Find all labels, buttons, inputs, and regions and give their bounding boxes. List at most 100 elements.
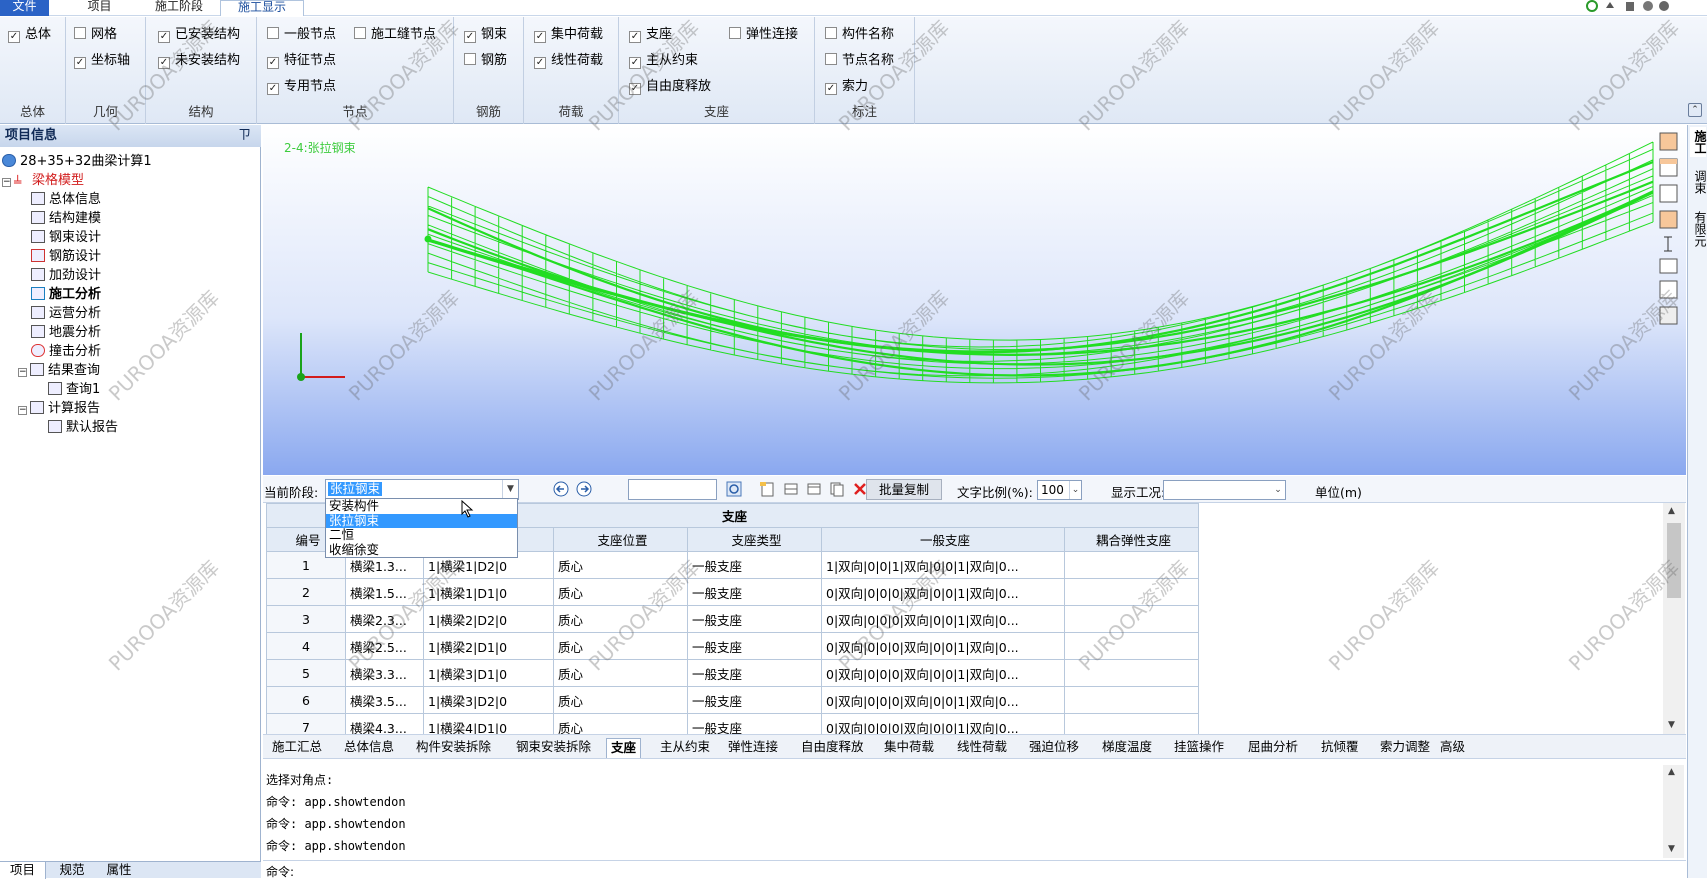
tree-item-tendon-design[interactable]: 钢束设计 <box>31 228 101 247</box>
refresh-icon[interactable] <box>726 481 742 497</box>
checkbox-master-slave[interactable]: ✓ 主从约束 <box>629 51 698 71</box>
tree-item-result-query[interactable]: − 结果查询 <box>18 361 100 380</box>
copy-icon[interactable] <box>829 481 845 497</box>
col-header-type[interactable]: 支座类型 <box>687 527 822 552</box>
page-tab-advanced[interactable]: 高级 <box>1440 738 1465 758</box>
page-tab-general-info[interactable]: 总体信息 <box>344 738 394 758</box>
tab-properties[interactable]: 属性 <box>97 862 141 879</box>
console-scrollbar[interactable]: ▲ ▼ <box>1663 765 1684 858</box>
page-tab-forced-displacement[interactable]: 强迫位移 <box>1029 738 1079 758</box>
col-header-position[interactable]: 支座位置 <box>553 527 688 552</box>
checkbox-node-name[interactable]: 节点名称 <box>825 51 894 71</box>
append-row-icon[interactable] <box>806 481 822 497</box>
checkbox-cable-force[interactable]: ✓ 索力 <box>825 77 868 97</box>
text-scale-select[interactable]: 100 ⌄ <box>1037 480 1082 500</box>
measure-icon[interactable] <box>1664 236 1672 252</box>
cube-solid-icon[interactable] <box>1659 306 1678 325</box>
table-row[interactable]: 5 横梁3.3... 1|横梁3|D1|0 质心 一般支座 0|双向|0|0|0|双向|0… <box>266 659 1199 687</box>
scroll-thumb[interactable] <box>1667 523 1681 598</box>
collapse-icon[interactable]: − <box>18 406 27 415</box>
view-side-icon[interactable] <box>1659 184 1678 203</box>
checkbox-rebar[interactable]: 钢筋 <box>464 51 507 71</box>
table-scrollbar[interactable]: ▲ ▼ <box>1663 503 1685 734</box>
tree-item-construction-analysis[interactable]: 施工分析 <box>31 285 101 304</box>
tree-item-seismic-analysis[interactable]: 地震分析 <box>31 323 101 342</box>
checkbox-elastic-link[interactable]: 弹性连接 <box>729 25 798 45</box>
checkbox-dof-release[interactable]: ✓ 自由度释放 <box>629 77 711 97</box>
tree-item-impact-analysis[interactable]: 撞击分析 <box>31 342 101 361</box>
page-tab-point-load[interactable]: 集中荷载 <box>884 738 934 758</box>
col-header-general-support[interactable]: 一般支座 <box>821 527 1065 552</box>
checkbox-line-load[interactable]: ✓ 线性荷载 <box>534 51 603 71</box>
next-icon[interactable] <box>576 481 592 497</box>
table-row[interactable]: 4 横梁2.5... 1|横梁2|D1|0 质心 一般支座 0|双向|0|0|0|双向|0… <box>266 632 1199 660</box>
tab-project[interactable]: 项目 <box>62 0 137 16</box>
command-input-bar[interactable]: 命令: <box>263 860 1686 879</box>
tab-project-panel[interactable]: 项目 <box>0 862 46 879</box>
table-row[interactable]: 7 横梁4.3... 1|横梁4|D1|0 质心 一般支座 0|双向|0|0|0|双向|0… <box>266 713 1199 734</box>
chevron-down-icon[interactable]: ⌄ <box>1271 481 1285 499</box>
dropdown-option-selected[interactable]: 张拉钢束 <box>326 513 517 528</box>
tree-item-stiffener-design[interactable]: 加劲设计 <box>31 266 101 285</box>
ribbon-collapse-icon[interactable]: ⌃ <box>1688 103 1702 117</box>
checkbox-joint-node[interactable]: 施工缝节点 <box>354 25 436 45</box>
insert-row-icon[interactable] <box>783 481 799 497</box>
page-tab-line-load[interactable]: 线性荷载 <box>957 738 1007 758</box>
page-tab-cable-force[interactable]: 索力调整 <box>1380 738 1430 758</box>
view-top-icon[interactable] <box>1659 158 1678 177</box>
file-tab[interactable]: 文件 <box>0 0 49 16</box>
search-input[interactable] <box>628 479 717 500</box>
checkbox-support[interactable]: ✓ 支座 <box>629 25 672 45</box>
tree-item-operation-analysis[interactable]: 运营分析 <box>31 304 101 323</box>
page-tab-member-install[interactable]: 构件安装拆除 <box>416 738 491 758</box>
page-tab-buckling[interactable]: 屈曲分析 <box>1248 738 1298 758</box>
checkbox-overall[interactable]: ✓ 总体 <box>8 25 51 45</box>
checkbox-uninstalled-structure[interactable]: ✓ 未安装结构 <box>158 51 240 71</box>
tree-item-general-info[interactable]: 总体信息 <box>31 190 101 209</box>
tree-item-default-report[interactable]: 默认报告 <box>48 418 118 437</box>
tree-model[interactable]: − ╧ 梁格模型 <box>2 171 84 190</box>
section-icon[interactable] <box>1659 258 1678 274</box>
pin-icon[interactable]: ㄗ <box>238 125 251 147</box>
checkbox-grid[interactable]: 网格 <box>74 25 117 45</box>
model-viewport[interactable]: 2-4:张拉钢束 <box>263 125 1686 475</box>
collapse-icon[interactable]: − <box>18 368 27 377</box>
table-row[interactable]: 2 横梁1.5... 1|横梁1|D1|0 质心 一般支座 0|双向|0|0|0|双向|0… <box>266 578 1199 606</box>
page-tab-support[interactable]: 支座 <box>606 738 642 758</box>
checkbox-point-load[interactable]: ✓ 集中荷载 <box>534 25 603 45</box>
toolbar-icons[interactable] <box>1584 0 1704 14</box>
page-tab-traveler[interactable]: 挂篮操作 <box>1174 738 1224 758</box>
chevron-down-icon[interactable]: ▼ <box>502 480 518 499</box>
tendon-line[interactable] <box>427 191 1654 357</box>
stage-select[interactable]: 张拉钢束 ▼ <box>325 479 519 500</box>
col-header-coupled-elastic[interactable]: 耦合弹性支座 <box>1064 527 1199 552</box>
checkbox-special-node[interactable]: ✓ 专用节点 <box>267 77 336 97</box>
dropdown-option[interactable]: 安装构件 <box>326 499 517 514</box>
tab-finite-element[interactable]: 有限元 <box>1690 207 1707 251</box>
display-case-select[interactable]: ⌄ <box>1163 480 1286 500</box>
page-tab-elastic-link[interactable]: 弹性连接 <box>728 738 778 758</box>
tab-construction-side[interactable]: 施工 <box>1690 127 1707 157</box>
scroll-down-icon[interactable]: ▼ <box>1668 720 1675 730</box>
batch-copy-button[interactable]: 批量复制 <box>866 479 942 500</box>
page-tab-gradient-temperature[interactable]: 梯度温度 <box>1102 738 1152 758</box>
checkbox-feature-node[interactable]: ✓ 特征节点 <box>267 51 336 71</box>
cube-icon[interactable] <box>1659 280 1678 299</box>
dropdown-option[interactable]: 收缩徐变 <box>326 542 517 558</box>
checkbox-axis[interactable]: ✓ 坐标轴 <box>74 51 130 71</box>
chevron-down-icon[interactable]: ⌄ <box>1069 481 1081 499</box>
page-tab-master-slave[interactable]: 主从约束 <box>660 738 710 758</box>
scroll-up-icon[interactable]: ▲ <box>1668 767 1675 777</box>
collapse-icon[interactable]: − <box>2 178 11 187</box>
tree-item-query1[interactable]: 查询1 <box>48 380 100 399</box>
checkbox-tendon[interactable]: ✓ 钢束 <box>464 25 507 45</box>
view-iso-icon[interactable] <box>1659 210 1678 229</box>
prev-icon[interactable] <box>553 481 569 497</box>
tendon-line[interactable] <box>427 191 1654 366</box>
tab-construction-stage[interactable]: 施工阶段 <box>139 0 219 16</box>
tab-construction-display[interactable]: 施工显示 <box>220 0 304 16</box>
tendon-line[interactable] <box>427 160 1654 354</box>
tree-root[interactable]: 28+35+32曲梁计算1 <box>2 152 152 171</box>
checkbox-member-name[interactable]: 构件名称 <box>825 25 894 45</box>
page-tab-overturning[interactable]: 抗倾覆 <box>1321 738 1359 758</box>
